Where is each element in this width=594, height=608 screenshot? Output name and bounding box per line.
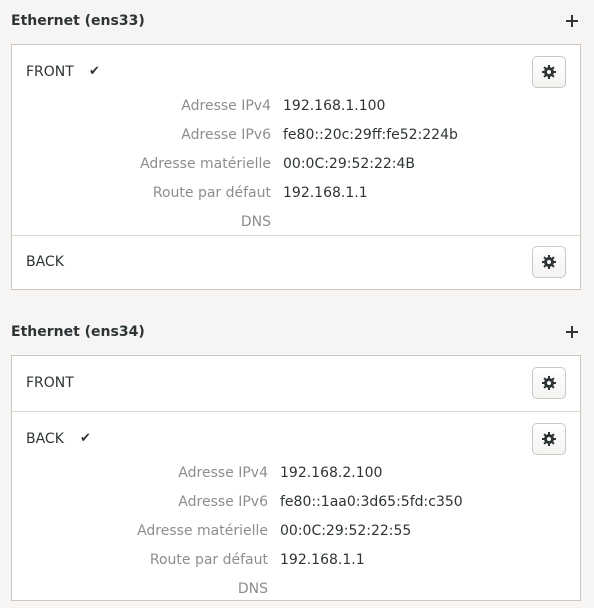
profile-name: BACK — [26, 254, 64, 270]
detail-label: DNS — [240, 214, 271, 230]
profile-name: FRONT — [26, 64, 74, 80]
detail-label: Adresse matérielle — [140, 156, 271, 172]
profile-settings-button[interactable] — [532, 423, 566, 455]
detail-row-mac: Adresse matérielle 00:0C:29:52:22:55 — [12, 521, 580, 550]
gear-icon — [542, 255, 556, 269]
section-header-ens34: Ethernet (ens34) — [11, 321, 583, 343]
detail-row-route: Route par défaut 192.168.1.1 — [12, 183, 580, 212]
profile-settings-button[interactable] — [532, 246, 566, 278]
detail-row-ipv4: Adresse IPv4 192.168.2.100 — [12, 463, 580, 492]
plus-icon — [566, 15, 578, 27]
detail-label: DNS — [237, 581, 268, 597]
add-connection-button[interactable] — [561, 10, 583, 32]
profile-row-back[interactable]: BACK — [12, 235, 580, 289]
connection-list-ens33: FRONT ✔ Adresse IPv4 192.168.1.100 Adres… — [11, 44, 581, 290]
gear-icon — [542, 376, 556, 390]
add-connection-button[interactable] — [561, 321, 583, 343]
detail-label: Route par défaut — [149, 552, 268, 568]
detail-value: fe80::20c:29ff:fe52:224b — [283, 127, 458, 143]
gear-icon — [542, 65, 556, 79]
section-title: Ethernet (ens34) — [11, 324, 145, 340]
profile-name: BACK — [26, 431, 64, 447]
profile-row-front[interactable]: FRONT ✔ Adresse IPv4 192.168.1.100 Adres… — [12, 45, 580, 235]
detail-value: 192.168.2.100 — [280, 465, 383, 481]
detail-row-ipv6: Adresse IPv6 fe80::1aa0:3d65:5fd:c350 — [12, 492, 580, 521]
detail-row-ipv4: Adresse IPv4 192.168.1.100 — [12, 96, 580, 125]
profile-name: FRONT — [26, 375, 74, 391]
detail-value: 192.168.1.100 — [283, 98, 386, 114]
detail-label: Adresse IPv6 — [178, 494, 268, 510]
profile-row-front[interactable]: FRONT — [12, 356, 580, 411]
detail-row-mac: Adresse matérielle 00:0C:29:52:22:4B — [12, 154, 580, 183]
connection-list-ens34: FRONT BACK ✔ Adresse IPv4 192.168.2.100 … — [11, 355, 581, 601]
detail-label: Adresse IPv6 — [181, 127, 271, 143]
section-title: Ethernet (ens33) — [11, 13, 145, 29]
detail-label: Adresse IPv4 — [178, 465, 268, 481]
profile-row-back[interactable]: BACK ✔ Adresse IPv4 192.168.2.100 Adress… — [12, 411, 580, 600]
profile-details: Adresse IPv4 192.168.1.100 Adresse IPv6 … — [12, 96, 580, 241]
detail-value: 00:0C:29:52:22:55 — [280, 523, 412, 539]
detail-value: 00:0C:29:52:22:4B — [283, 156, 416, 172]
active-check-icon: ✔ — [89, 64, 100, 79]
detail-label: Route par défaut — [152, 185, 271, 201]
profile-settings-button[interactable] — [532, 56, 566, 88]
detail-row-route: Route par défaut 192.168.1.1 — [12, 550, 580, 579]
profile-settings-button[interactable] — [532, 367, 566, 399]
detail-value: fe80::1aa0:3d65:5fd:c350 — [280, 494, 463, 510]
detail-value: 192.168.1.1 — [283, 185, 368, 201]
active-check-icon: ✔ — [80, 431, 91, 446]
detail-label: Adresse IPv4 — [181, 98, 271, 114]
plus-icon — [566, 326, 578, 338]
detail-value: 192.168.1.1 — [280, 552, 365, 568]
detail-label: Adresse matérielle — [137, 523, 268, 539]
profile-details: Adresse IPv4 192.168.2.100 Adresse IPv6 … — [12, 463, 580, 608]
gear-icon — [542, 432, 556, 446]
section-header-ens33: Ethernet (ens33) — [11, 10, 583, 32]
detail-row-dns: DNS — [12, 579, 580, 608]
detail-row-ipv6: Adresse IPv6 fe80::20c:29ff:fe52:224b — [12, 125, 580, 154]
